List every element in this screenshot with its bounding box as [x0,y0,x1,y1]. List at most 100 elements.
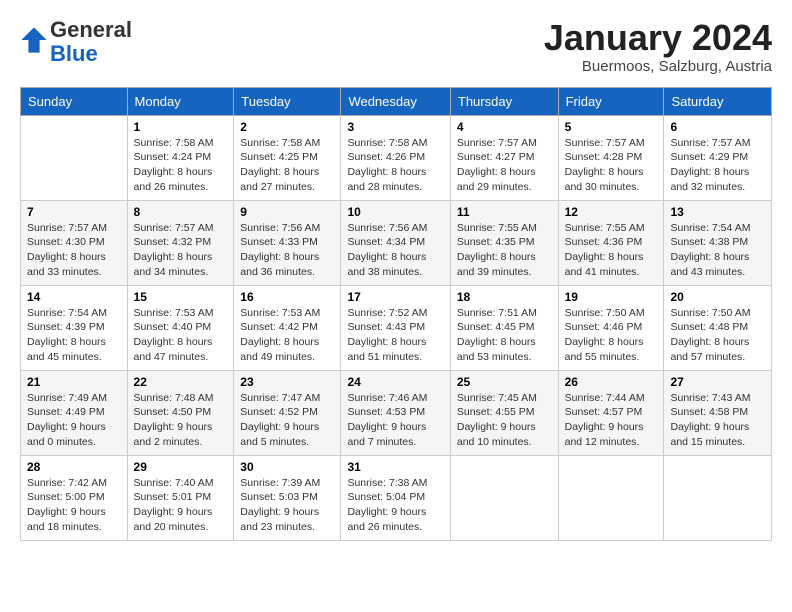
header: General Blue January 2024 Buermoos, Salz… [20,18,772,75]
day-info: Sunrise: 7:40 AMSunset: 5:01 PMDaylight:… [134,476,228,535]
day-info: Sunrise: 7:58 AMSunset: 4:24 PMDaylight:… [134,136,228,195]
calendar-cell [558,455,664,540]
day-info: Sunrise: 7:38 AMSunset: 5:04 PMDaylight:… [347,476,443,535]
calendar-cell: 10 Sunrise: 7:56 AMSunset: 4:34 PMDayligh… [341,200,450,285]
day-number: 22 [134,375,228,389]
calendar-cell: 27 Sunrise: 7:43 AMSunset: 4:58 PMDayligh… [664,370,772,455]
day-info: Sunrise: 7:45 AMSunset: 4:55 PMDaylight:… [457,391,552,450]
day-number: 26 [565,375,658,389]
day-number: 23 [240,375,334,389]
day-number: 25 [457,375,552,389]
calendar-week-4: 21 Sunrise: 7:49 AMSunset: 4:49 PMDayligh… [21,370,772,455]
calendar-cell: 3 Sunrise: 7:58 AMSunset: 4:26 PMDaylight… [341,115,450,200]
logo-general: General [50,17,132,42]
calendar-cell: 20Sunrise: 7:50 AMSunset: 4:48 PMDayligh… [664,285,772,370]
day-number: 16 [240,290,334,304]
calendar-cell: 21 Sunrise: 7:49 AMSunset: 4:49 PMDayligh… [21,370,128,455]
day-number: 12 [565,205,658,219]
day-info: Sunrise: 7:46 AMSunset: 4:53 PMDaylight:… [347,391,443,450]
day-number: 28 [27,460,121,474]
day-info: Sunrise: 7:58 AMSunset: 4:25 PMDaylight:… [240,136,334,195]
calendar-cell: 5 Sunrise: 7:57 AMSunset: 4:28 PMDaylight… [558,115,664,200]
day-number: 10 [347,205,443,219]
day-info: Sunrise: 7:51 AMSunset: 4:45 PMDaylight:… [457,306,552,365]
calendar-cell: 31 Sunrise: 7:38 AMSunset: 5:04 PMDayligh… [341,455,450,540]
title-block: January 2024 Buermoos, Salzburg, Austria [544,18,772,75]
day-number: 13 [670,205,765,219]
day-info: Sunrise: 7:54 AMSunset: 4:39 PMDaylight:… [27,306,121,365]
logo-icon [20,26,48,54]
calendar-cell: 6 Sunrise: 7:57 AMSunset: 4:29 PMDaylight… [664,115,772,200]
weekday-header-wednesday: Wednesday [341,87,450,115]
day-number: 7 [27,205,121,219]
calendar-cell: 7 Sunrise: 7:57 AMSunset: 4:30 PMDaylight… [21,200,128,285]
weekday-header-thursday: Thursday [450,87,558,115]
weekday-header-sunday: Sunday [21,87,128,115]
day-info: Sunrise: 7:48 AMSunset: 4:50 PMDaylight:… [134,391,228,450]
day-number: 6 [670,120,765,134]
day-number: 11 [457,205,552,219]
day-number: 3 [347,120,443,134]
day-info: Sunrise: 7:56 AMSunset: 4:34 PMDaylight:… [347,221,443,280]
day-number: 30 [240,460,334,474]
day-number: 5 [565,120,658,134]
day-number: 8 [134,205,228,219]
day-number: 15 [134,290,228,304]
calendar-cell: 16 Sunrise: 7:53 AMSunset: 4:42 PMDayligh… [234,285,341,370]
weekday-header-tuesday: Tuesday [234,87,341,115]
calendar-cell: 13Sunrise: 7:54 AMSunset: 4:38 PMDayligh… [664,200,772,285]
day-number: 18 [457,290,552,304]
day-info: Sunrise: 7:42 AMSunset: 5:00 PMDaylight:… [27,476,121,535]
calendar-cell: 8 Sunrise: 7:57 AMSunset: 4:32 PMDaylight… [127,200,234,285]
page: General Blue January 2024 Buermoos, Salz… [0,0,792,551]
calendar-week-1: 1Sunrise: 7:58 AMSunset: 4:24 PMDaylight… [21,115,772,200]
day-number: 29 [134,460,228,474]
day-info: Sunrise: 7:47 AMSunset: 4:52 PMDaylight:… [240,391,334,450]
calendar-cell: 17Sunrise: 7:52 AMSunset: 4:43 PMDayligh… [341,285,450,370]
day-info: Sunrise: 7:49 AMSunset: 4:49 PMDaylight:… [27,391,121,450]
day-number: 4 [457,120,552,134]
day-number: 27 [670,375,765,389]
day-number: 14 [27,290,121,304]
day-info: Sunrise: 7:57 AMSunset: 4:29 PMDaylight:… [670,136,765,195]
day-info: Sunrise: 7:43 AMSunset: 4:58 PMDaylight:… [670,391,765,450]
day-info: Sunrise: 7:57 AMSunset: 4:27 PMDaylight:… [457,136,552,195]
day-number: 24 [347,375,443,389]
weekday-header-row: SundayMondayTuesdayWednesdayThursdayFrid… [21,87,772,115]
calendar-cell: 2Sunrise: 7:58 AMSunset: 4:25 PMDaylight… [234,115,341,200]
calendar-cell: 18 Sunrise: 7:51 AMSunset: 4:45 PMDayligh… [450,285,558,370]
day-number: 20 [670,290,765,304]
day-number: 21 [27,375,121,389]
calendar-cell: 26 Sunrise: 7:44 AMSunset: 4:57 PMDayligh… [558,370,664,455]
day-info: Sunrise: 7:56 AMSunset: 4:33 PMDaylight:… [240,221,334,280]
day-info: Sunrise: 7:57 AMSunset: 4:28 PMDaylight:… [565,136,658,195]
day-info: Sunrise: 7:53 AMSunset: 4:42 PMDaylight:… [240,306,334,365]
calendar-cell: 4 Sunrise: 7:57 AMSunset: 4:27 PMDaylight… [450,115,558,200]
month-title: January 2024 [544,18,772,58]
calendar-cell [664,455,772,540]
calendar-cell: 25 Sunrise: 7:45 AMSunset: 4:55 PMDayligh… [450,370,558,455]
day-number: 31 [347,460,443,474]
calendar-cell: 30Sunrise: 7:39 AMSunset: 5:03 PMDayligh… [234,455,341,540]
calendar-cell: 11Sunrise: 7:55 AMSunset: 4:35 PMDayligh… [450,200,558,285]
calendar-cell: 19Sunrise: 7:50 AMSunset: 4:46 PMDayligh… [558,285,664,370]
calendar-week-3: 14 Sunrise: 7:54 AMSunset: 4:39 PMDayligh… [21,285,772,370]
day-info: Sunrise: 7:53 AMSunset: 4:40 PMDaylight:… [134,306,228,365]
day-info: Sunrise: 7:57 AMSunset: 4:32 PMDaylight:… [134,221,228,280]
calendar-cell: 1Sunrise: 7:58 AMSunset: 4:24 PMDaylight… [127,115,234,200]
day-info: Sunrise: 7:58 AMSunset: 4:26 PMDaylight:… [347,136,443,195]
location-subtitle: Buermoos, Salzburg, Austria [544,58,772,75]
logo-text: General Blue [50,18,132,66]
weekday-header-saturday: Saturday [664,87,772,115]
calendar-cell [450,455,558,540]
calendar-week-2: 7 Sunrise: 7:57 AMSunset: 4:30 PMDaylight… [21,200,772,285]
calendar-cell: 29 Sunrise: 7:40 AMSunset: 5:01 PMDayligh… [127,455,234,540]
calendar-cell: 22 Sunrise: 7:48 AMSunset: 4:50 PMDayligh… [127,370,234,455]
calendar-cell: 12Sunrise: 7:55 AMSunset: 4:36 PMDayligh… [558,200,664,285]
day-number: 19 [565,290,658,304]
day-info: Sunrise: 7:57 AMSunset: 4:30 PMDaylight:… [27,221,121,280]
calendar-cell: 9Sunrise: 7:56 AMSunset: 4:33 PMDaylight… [234,200,341,285]
weekday-header-friday: Friday [558,87,664,115]
day-info: Sunrise: 7:44 AMSunset: 4:57 PMDaylight:… [565,391,658,450]
calendar-cell [21,115,128,200]
